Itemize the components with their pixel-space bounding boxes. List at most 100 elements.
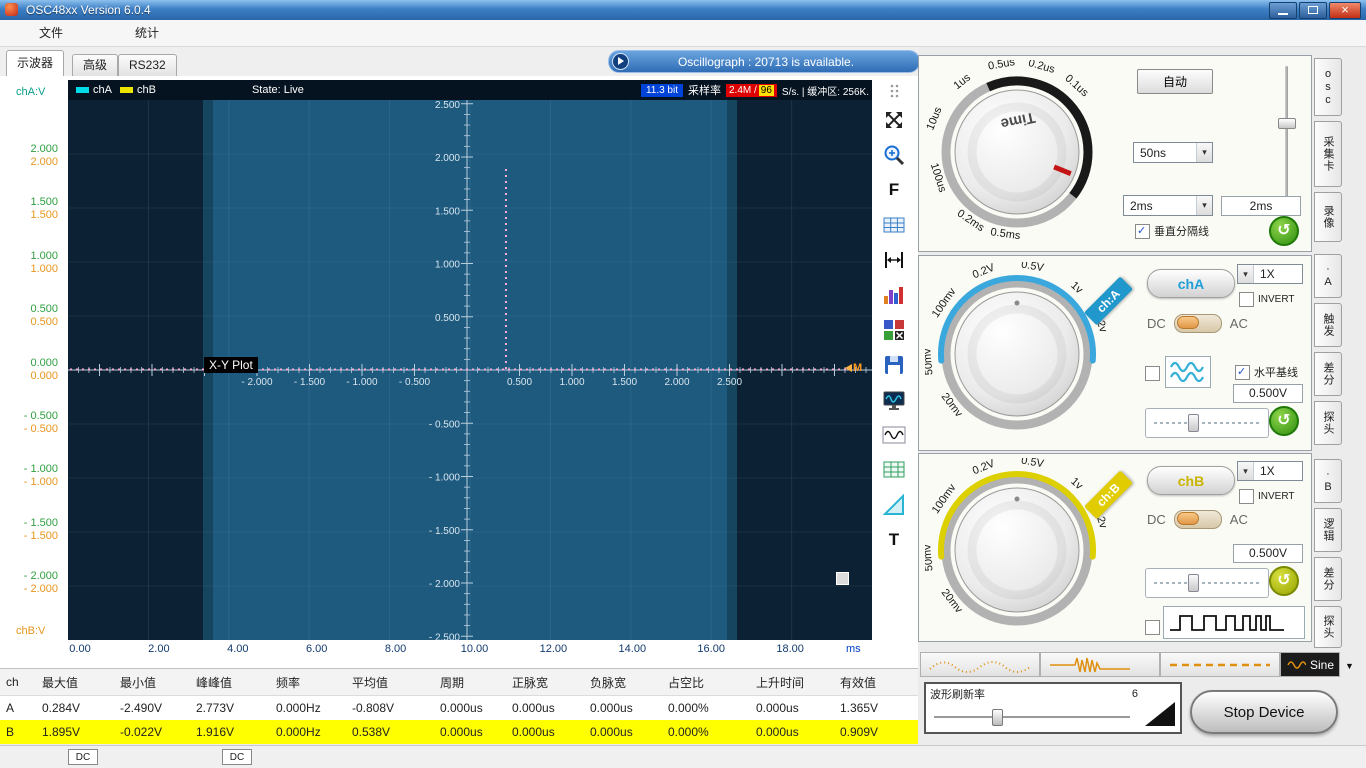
checkbox-icon[interactable] <box>1145 620 1160 635</box>
channel-b-volts-knob[interactable]: 20mv50mv100mv0.2V0.5V1v2v <box>925 458 1110 643</box>
waveform-tab-dashed[interactable] <box>1160 652 1280 677</box>
channel-a-offset-field[interactable]: 0.500V <box>1233 384 1303 403</box>
side-tab-3[interactable]: 录像 <box>1314 192 1342 242</box>
side-tab-7[interactable]: 探头 <box>1314 401 1342 445</box>
tab-advanced[interactable]: 高级 <box>72 54 118 76</box>
oscilloscope-display[interactable]: - 2.000- 1.500- 1.000- 0.5000.5001.0001.… <box>68 100 872 640</box>
maximize-button[interactable] <box>1299 2 1327 19</box>
close-button[interactable] <box>1329 2 1361 19</box>
slider-handle[interactable] <box>1188 574 1199 592</box>
menu-file[interactable]: 文件 <box>16 20 86 46</box>
triangle-ruler-icon[interactable] <box>881 492 907 518</box>
svg-text:0.5V: 0.5V <box>1020 458 1045 470</box>
waveform-tab-sine[interactable]: Sine <box>1280 652 1340 677</box>
channel-a-waveform-checkbox[interactable] <box>1145 366 1160 381</box>
coupling-a-selector[interactable]: DC <box>68 749 98 765</box>
svg-text:2.500: 2.500 <box>717 377 742 388</box>
coarse-timebase-dropdown[interactable]: 2ms <box>1123 195 1213 216</box>
notification-banner[interactable]: Oscillograph : 20713 is available. <box>608 50 920 73</box>
tab-oscilloscope[interactable]: 示波器 <box>6 50 64 76</box>
measure-icon[interactable] <box>881 247 907 273</box>
channel-b-invert-checkbox[interactable]: INVERT <box>1239 489 1295 504</box>
channel-a-invert-checkbox[interactable]: INVERT <box>1239 292 1295 307</box>
grid-green-icon[interactable] <box>881 457 907 483</box>
histogram-icon[interactable] <box>881 282 907 308</box>
expand-icon[interactable] <box>881 107 907 133</box>
channel-a-probe-dropdown[interactable]: 1X <box>1237 264 1303 284</box>
channel-a-offset-slider[interactable] <box>1145 408 1269 438</box>
svg-text:1v: 1v <box>1068 476 1085 493</box>
channel-a-volts-knob[interactable]: 20mv50mv100mv0.2V0.5V1v2v <box>925 262 1110 447</box>
trigger-marker[interactable]: M <box>845 362 862 374</box>
checkbox-icon[interactable] <box>1135 224 1150 239</box>
coupling-handle[interactable] <box>1177 512 1199 525</box>
vertical-divider-checkbox[interactable]: 垂直分隔线 <box>1135 223 1209 239</box>
timebase-vertical-slider[interactable] <box>1277 66 1295 204</box>
side-tab-1[interactable]: osc <box>1314 58 1342 116</box>
side-tab-11[interactable]: 探头 <box>1314 606 1342 648</box>
plot-handle[interactable] <box>836 572 849 585</box>
side-tab-5[interactable]: 触发 <box>1314 303 1342 347</box>
checkbox-icon[interactable] <box>1235 365 1250 380</box>
dropdown-arrow-icon[interactable] <box>1345 658 1354 672</box>
y-tick-cha: 1.000 <box>0 250 58 262</box>
waveform-tab-burst[interactable] <box>1040 652 1160 677</box>
checkbox-icon[interactable] <box>1239 489 1254 504</box>
side-tab-10[interactable]: 差分 <box>1314 557 1342 601</box>
x-tick: 16.00 <box>697 643 725 655</box>
channel-b-offset-slider[interactable] <box>1145 568 1269 598</box>
chevron-down-icon[interactable] <box>1238 265 1254 283</box>
channel-b-offset-field[interactable]: 0.500V <box>1233 544 1303 563</box>
refresh-rate-slider[interactable] <box>934 708 1130 726</box>
slider-handle[interactable] <box>992 709 1003 726</box>
meas-value-cell: 0.000us <box>750 701 834 715</box>
channel-a-enable-toggle[interactable]: chA <box>1147 269 1235 298</box>
channel-b-pulse-checkbox[interactable] <box>1145 620 1160 635</box>
chevron-down-icon[interactable] <box>1196 196 1212 215</box>
channel-b-enable-toggle[interactable]: chB <box>1147 466 1235 495</box>
coupling-handle[interactable] <box>1177 316 1199 329</box>
slider-handle[interactable] <box>1188 414 1199 432</box>
channel-a-reset-button[interactable] <box>1269 406 1299 436</box>
channel-b-coupling-toggle[interactable] <box>1174 510 1222 529</box>
display-icon[interactable] <box>881 387 907 413</box>
channel-windows-icon[interactable] <box>881 317 907 343</box>
measurement-row-b[interactable]: B1.895V-0.022V1.916V0.000Hz0.538V0.000us… <box>0 720 918 744</box>
menu-statistics[interactable]: 统计 <box>112 20 182 46</box>
side-tab-8[interactable]: ·B <box>1314 459 1342 503</box>
checkbox-icon[interactable] <box>1239 292 1254 307</box>
zoom-in-icon[interactable] <box>881 142 907 168</box>
side-tab-6[interactable]: 差分 <box>1314 352 1342 396</box>
stop-device-button[interactable]: Stop Device <box>1190 690 1338 734</box>
side-tab-9[interactable]: 逻辑 <box>1314 508 1342 552</box>
side-tab-4[interactable]: ·A <box>1314 254 1342 298</box>
fft-button[interactable]: F <box>881 177 907 203</box>
tab-rs232[interactable]: RS232 <box>118 54 177 76</box>
coupling-b-selector[interactable]: DC <box>222 749 252 765</box>
chevron-down-icon[interactable] <box>1238 462 1254 480</box>
grip-icon[interactable] <box>881 84 907 98</box>
chevron-down-icon[interactable] <box>1196 143 1212 162</box>
waveform-icon[interactable] <box>881 422 907 448</box>
save-icon[interactable] <box>881 352 907 378</box>
measurement-row-a[interactable]: A0.284V-2.490V2.773V0.000Hz-0.808V0.000u… <box>0 696 918 720</box>
fine-timebase-dropdown[interactable]: 50ns <box>1133 142 1213 163</box>
auto-button[interactable]: 自动 <box>1137 69 1213 94</box>
invert-label: INVERT <box>1258 294 1295 305</box>
xy-plot-label[interactable]: X-Y Plot <box>204 357 258 373</box>
minimize-button[interactable] <box>1269 2 1297 19</box>
channel-a-baseline-checkbox[interactable]: 水平基线 <box>1235 364 1298 380</box>
channel-b-panel: 20mv50mv100mv0.2V0.5V1v2v ch:B chB 1X IN… <box>918 453 1312 642</box>
side-tab-2[interactable]: 采集卡 <box>1314 121 1342 187</box>
channel-b-probe-dropdown[interactable]: 1X <box>1237 461 1303 481</box>
waveform-tab-dotted[interactable] <box>920 652 1040 677</box>
grid-icon[interactable] <box>881 212 907 238</box>
trigger-button[interactable]: T <box>881 527 907 553</box>
slider-handle[interactable] <box>1278 118 1296 129</box>
timebase-knob[interactable]: Time1us0.5us0.2us0.1us10us100us0.2ms0.5m… <box>925 60 1110 245</box>
channel-a-coupling-toggle[interactable] <box>1174 314 1222 333</box>
checkbox-icon[interactable] <box>1145 366 1160 381</box>
timebase-reset-button[interactable] <box>1269 216 1299 246</box>
channel-b-reset-button[interactable] <box>1269 566 1299 596</box>
tab-row: 示波器 高级 RS232 Oscillograph : 20713 is ava… <box>0 47 918 77</box>
